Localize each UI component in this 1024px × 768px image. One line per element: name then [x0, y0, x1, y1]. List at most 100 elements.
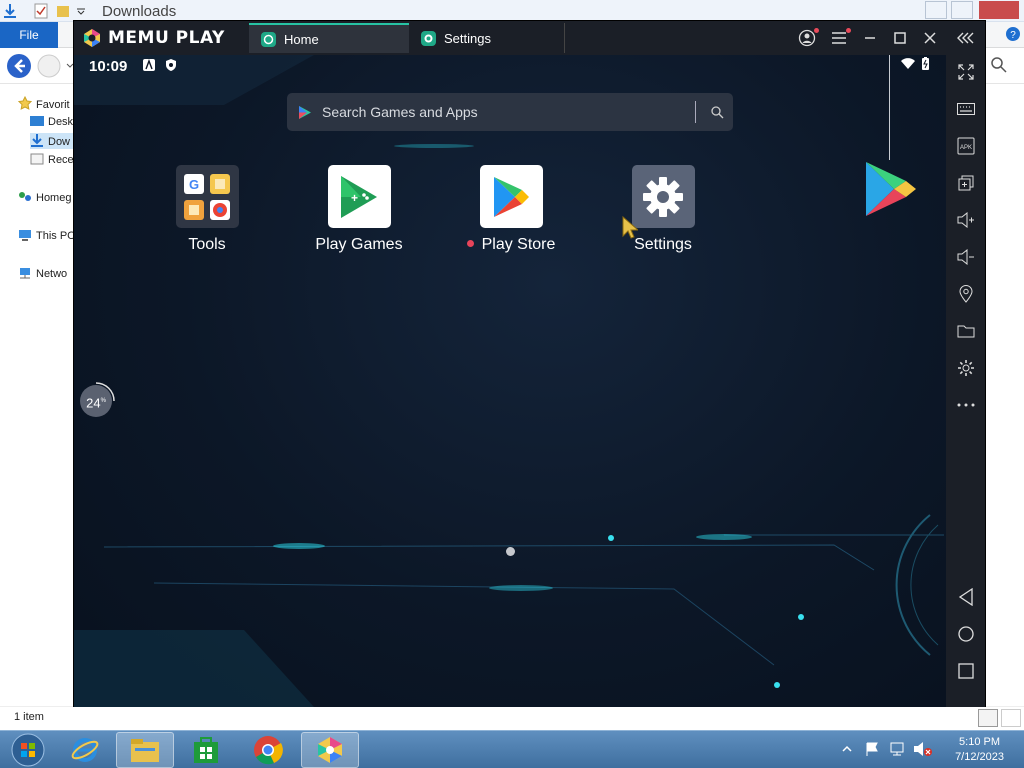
app-settings[interactable]: Settings [608, 165, 718, 254]
explorer-status-bar: 1 item [0, 706, 1024, 730]
help-icon[interactable]: ? [1005, 26, 1021, 42]
svg-text:APK: APK [959, 145, 971, 151]
tab-settings[interactable]: Settings [409, 23, 565, 53]
search-placeholder: Search Games and Apps [322, 104, 478, 120]
explorer-minimize-button[interactable] [925, 1, 947, 19]
memu-maximize-button[interactable] [887, 26, 913, 50]
location-button[interactable] [946, 279, 985, 309]
svg-text:+: + [351, 191, 358, 205]
explorer-close-button[interactable] [979, 1, 1019, 19]
double-chevron-left-icon [957, 32, 974, 44]
search-icon[interactable] [710, 105, 724, 119]
properties-icon[interactable] [34, 3, 48, 19]
close-icon [924, 32, 936, 44]
nav-this-pc[interactable]: This PC [18, 228, 75, 244]
windows-store-icon [194, 737, 218, 763]
internet-explorer-icon [71, 738, 99, 762]
show-hidden-icons-icon[interactable] [842, 744, 852, 754]
app-play-store[interactable]: Play Store [456, 165, 566, 254]
memu-taskbar-icon [318, 737, 342, 763]
settings-tab-icon [421, 30, 436, 46]
background-graphic [74, 55, 944, 707]
file-tab[interactable]: File [0, 22, 58, 48]
account-button[interactable] [794, 26, 820, 50]
taskbar-memu[interactable] [301, 732, 359, 768]
start-button[interactable] [2, 732, 54, 768]
memu-close-button[interactable] [917, 26, 943, 50]
windows-start-icon [11, 733, 45, 767]
account-notification-dot [814, 28, 819, 33]
taskbar-file-explorer[interactable] [116, 732, 174, 768]
keyboard-icon [956, 103, 975, 115]
status-bar-time: 10:09 [89, 58, 128, 75]
star-icon [17, 95, 33, 110]
nav-downloads[interactable]: Dow [30, 133, 73, 149]
new-folder-icon[interactable] [56, 3, 70, 19]
home-tab-icon [261, 31, 276, 47]
keyboard-mapping-button[interactable] [946, 94, 985, 124]
tab-home[interactable]: Home [249, 23, 409, 53]
mouse-cursor-icon [622, 216, 638, 239]
settings-button[interactable] [946, 353, 985, 383]
taskbar-chrome[interactable] [239, 732, 297, 768]
network-tray-icon[interactable] [889, 741, 907, 757]
tab-home-label: Home [284, 31, 319, 47]
memu-minimize-button[interactable] [857, 26, 883, 50]
back-icon[interactable] [6, 53, 32, 79]
navigation-pane: Favorit Desk Dow Rece Homeg This PC Netw… [0, 84, 75, 704]
more-options-button[interactable] [946, 390, 985, 420]
nav-favorites[interactable]: Favorit [17, 95, 70, 112]
shared-folder-button[interactable] [946, 316, 985, 346]
location-pin-icon [958, 285, 973, 303]
file-explorer-icon [131, 739, 159, 762]
system-clock[interactable]: 5:10 PM 7/12/2023 [955, 735, 1004, 765]
svg-text:G: G [189, 177, 199, 192]
search-bar[interactable]: Search Games and Apps [287, 93, 733, 131]
download-arrow-icon [4, 4, 16, 18]
tab-settings-label: Settings [444, 30, 491, 46]
android-recents-button[interactable] [946, 656, 985, 686]
fullscreen-button[interactable] [946, 57, 985, 87]
gear-icon [957, 360, 974, 376]
explorer-maximize-button[interactable] [951, 1, 973, 19]
volume-up-icon [957, 212, 974, 228]
svg-text:?: ? [1010, 30, 1016, 41]
customize-quick-access-icon[interactable] [76, 6, 86, 16]
volume-down-button[interactable] [946, 242, 985, 272]
app-play-games[interactable]: + Play Games [304, 165, 414, 254]
app-tools[interactable]: G Tools [152, 165, 262, 254]
nav-network[interactable]: Netwo [18, 266, 67, 282]
taskbar-internet-explorer[interactable] [56, 732, 114, 768]
collapse-sidebar-button[interactable] [953, 26, 979, 50]
memu-logo: MEMU PLAY [82, 27, 225, 49]
menu-button[interactable] [826, 26, 852, 50]
nav-desktop[interactable]: Desk [30, 114, 73, 130]
nav-homegroup[interactable]: Homeg [18, 190, 71, 206]
clock-time: 5:10 PM [959, 736, 1001, 748]
multi-instance-button[interactable] [946, 168, 985, 198]
minimize-icon [865, 37, 875, 39]
search-icon[interactable] [990, 56, 1008, 74]
volume-muted-icon[interactable] [913, 741, 933, 757]
play-store-floating-icon[interactable] [864, 160, 918, 218]
explorer-window-title: Downloads [102, 3, 177, 20]
action-center-flag-icon[interactable] [864, 741, 880, 757]
forward-icon[interactable] [36, 53, 62, 79]
volume-up-button[interactable] [946, 205, 985, 235]
memu-brand: MEMU PLAY [108, 28, 225, 48]
folder-icon [957, 325, 974, 338]
explorer-titlebar: Downloads [0, 0, 1024, 22]
chrome-icon [254, 736, 283, 765]
android-home-screen: 10:09 Search Games and Apps G Tools + Pl… [74, 55, 946, 707]
fullscreen-icon [957, 64, 974, 80]
app-tools-label: Tools [188, 236, 226, 253]
play-store-search-icon [299, 106, 311, 119]
nav-recent-places[interactable]: Rece [30, 152, 74, 168]
taskbar-store[interactable] [177, 732, 235, 768]
large-icons-view-button[interactable] [1001, 709, 1021, 727]
install-apk-button[interactable]: APK [946, 131, 985, 161]
details-view-button[interactable] [978, 709, 998, 727]
hamburger-menu-icon [832, 32, 846, 44]
android-home-button[interactable] [946, 619, 985, 649]
android-back-button[interactable] [946, 582, 985, 612]
